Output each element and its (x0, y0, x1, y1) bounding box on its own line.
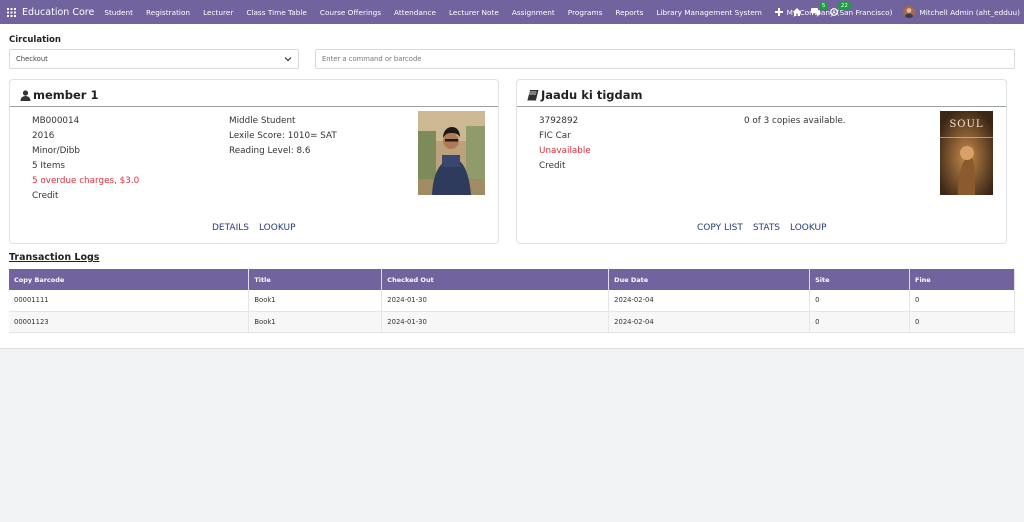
book-card-title: Jaadu ki tigdam (527, 88, 642, 102)
member-card: member 1 MB000014 2016 Minor/Dibb 5 Item… (9, 79, 499, 244)
cell-fine: 0 (909, 290, 1015, 312)
member-lexile-score: Lexile Score: 1010= SAT (229, 131, 337, 141)
cell-title: Book1 (248, 290, 383, 312)
company-switcher[interactable]: My Company (San Francisco) (787, 8, 893, 17)
book-info-right: 0 of 3 copies available. (744, 114, 846, 129)
member-photo (418, 111, 485, 195)
chevron-down-icon (284, 55, 292, 65)
menu-item-reports[interactable]: Reports (615, 8, 643, 17)
book-icon (527, 89, 539, 100)
copies-availability: 0 of 3 copies available. (744, 116, 846, 126)
book-card: Jaadu ki tigdam 3792892 FIC Car Unavaila… (516, 79, 1007, 244)
user-menu[interactable]: Mitchell Admin (aht_edduu) (919, 8, 1020, 17)
member-name: member 1 (33, 88, 99, 102)
book-category: FIC Car (539, 131, 571, 141)
main-menu: Student Registration Lecturer Class Time… (104, 2, 858, 17)
member-id: MB000014 (32, 116, 80, 126)
member-type: Middle Student (229, 116, 296, 126)
apps-menu-icon[interactable] (0, 0, 22, 24)
book-payment: Credit (539, 161, 566, 171)
navbar-right: My Company (San Francisco) Mitchell Admi… (787, 0, 1020, 24)
menu-item-class-time-table[interactable]: Class Time Table (246, 8, 307, 17)
col-fine[interactable]: Fine (909, 269, 1015, 290)
book-info-left: 3792892 FIC Car Unavailable Credit (539, 114, 591, 174)
col-title[interactable]: Title (248, 269, 383, 290)
details-link[interactable]: DETAILS (212, 223, 249, 233)
col-copy-barcode[interactable]: Copy Barcode (9, 269, 250, 290)
book-barcode: 3792892 (539, 116, 579, 126)
col-checked-out[interactable]: Checked Out (381, 269, 610, 290)
divider (10, 106, 498, 107)
member-payment: Credit (32, 191, 59, 201)
member-card-title: member 1 (20, 88, 98, 102)
divider (517, 106, 1006, 107)
mode-select-value: Checkout (16, 55, 48, 63)
book-card-actions: COPY LIST STATS LOOKUP (697, 223, 837, 233)
circulation-sheet: Circulation Checkout member 1 MB000014 2… (0, 24, 1024, 349)
cell-due-date: 2024-02-04 (608, 311, 811, 333)
member-info-right: Middle Student Lexile Score: 1010= SAT R… (229, 114, 337, 159)
book-title: Jaadu ki tigdam (541, 88, 643, 102)
cell-fine: 0 (909, 311, 1015, 333)
mode-select[interactable]: Checkout (9, 49, 299, 69)
book-lookup-link[interactable]: LOOKUP (790, 223, 827, 233)
menu-item-programs[interactable]: Programs (568, 8, 603, 17)
cell-site: 0 (809, 290, 911, 312)
top-navbar: Education Core Student Registration Lect… (0, 0, 1024, 24)
plus-icon[interactable] (774, 8, 783, 16)
cell-copy-barcode: 00001123 (9, 311, 250, 333)
member-items-count: 5 Items (32, 161, 66, 171)
transaction-logs-table: Copy Barcode Title Checked Out Due Date … (9, 269, 1015, 333)
command-barcode-input[interactable] (315, 49, 1015, 69)
member-lookup-link[interactable]: LOOKUP (259, 223, 296, 233)
member-info-left: MB000014 2016 Minor/Dibb 5 Items 5 overd… (32, 114, 139, 204)
member-card-actions: DETAILS LOOKUP (212, 223, 306, 233)
col-due-date[interactable]: Due Date (608, 269, 811, 290)
table-header-row: Copy Barcode Title Checked Out Due Date … (9, 269, 1015, 290)
cover-title-text: SOUL (949, 119, 984, 130)
book-cover: SOUL (940, 111, 993, 195)
circulation-title: Circulation (9, 35, 61, 45)
cell-copy-barcode: 00001111 (9, 290, 250, 312)
stats-link[interactable]: STATS (753, 223, 780, 233)
member-year: 2016 (32, 131, 55, 141)
app-brand[interactable]: Education Core (22, 7, 94, 18)
menu-item-lecturer[interactable]: Lecturer (203, 8, 233, 17)
copy-list-link[interactable]: COPY LIST (697, 223, 743, 233)
menu-item-registration[interactable]: Registration (146, 8, 190, 17)
cell-checked-out: 2024-01-30 (381, 290, 610, 312)
cell-checked-out: 2024-01-30 (381, 311, 610, 333)
menu-item-lecturer-note[interactable]: Lecturer Note (449, 8, 499, 17)
member-group: Minor/Dibb (32, 146, 80, 156)
user-avatar[interactable] (903, 6, 916, 18)
table-row[interactable]: 00001111 Book1 2024-01-30 2024-02-04 0 0 (9, 290, 1015, 312)
member-overdue-charges: 5 overdue charges, $3.0 (32, 176, 140, 186)
table-row[interactable]: 00001123 Book1 2024-01-30 2024-02-04 0 0 (9, 311, 1015, 333)
col-site[interactable]: Site (809, 269, 911, 290)
cell-due-date: 2024-02-04 (608, 290, 811, 312)
transaction-logs-title: Transaction Logs (9, 252, 100, 263)
menu-item-library-management[interactable]: Library Management System (656, 8, 761, 17)
menu-item-course-offerings[interactable]: Course Offerings (320, 8, 381, 17)
cell-site: 0 (809, 311, 911, 333)
member-reading-level: Reading Level: 8.6 (229, 146, 311, 156)
cell-title: Book1 (248, 311, 383, 333)
menu-item-assignment[interactable]: Assignment (512, 8, 555, 17)
book-status: Unavailable (539, 146, 591, 156)
user-icon (20, 89, 31, 101)
menu-item-attendance[interactable]: Attendance (394, 8, 436, 17)
menu-item-student[interactable]: Student (104, 8, 133, 17)
